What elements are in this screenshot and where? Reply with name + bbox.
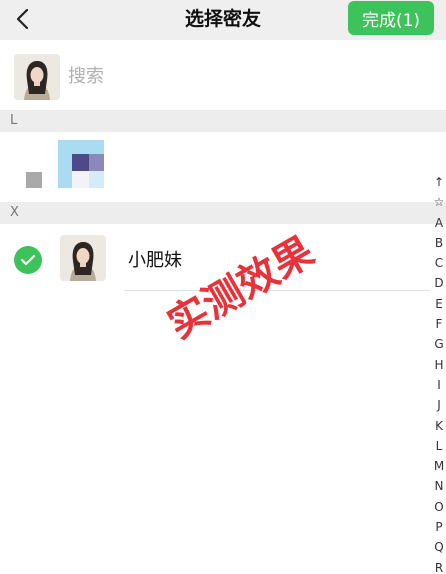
search-input[interactable]	[68, 58, 388, 94]
section-header-x: X	[0, 202, 446, 224]
index-letter[interactable]: C	[432, 253, 446, 273]
pixelated-avatar	[26, 140, 104, 188]
index-letter[interactable]: D	[432, 273, 446, 293]
index-letter[interactable]: B	[432, 233, 446, 253]
index-letter[interactable]: J	[432, 395, 446, 415]
index-letter[interactable]: N	[432, 476, 446, 496]
section-header-l: L	[0, 110, 446, 132]
index-letter[interactable]: ☆	[432, 192, 446, 212]
index-letter[interactable]: P	[432, 517, 446, 537]
user-avatar	[14, 54, 60, 100]
done-button[interactable]: 完成(1)	[348, 1, 434, 35]
contact-avatar	[60, 235, 106, 281]
index-letter[interactable]: R	[432, 558, 446, 574]
index-letter[interactable]: K	[432, 416, 446, 436]
index-letter[interactable]: E	[432, 294, 446, 314]
search-bar	[0, 40, 446, 110]
index-letter[interactable]: ↑	[432, 172, 446, 192]
contact-name: 小肥妹	[128, 250, 182, 271]
navigation-bar: 选择密友 完成(1)	[0, 0, 446, 40]
index-letter[interactable]: H	[432, 355, 446, 375]
index-letter[interactable]: A	[432, 213, 446, 233]
index-letter[interactable]: M	[432, 456, 446, 476]
index-letter[interactable]: F	[432, 314, 446, 334]
contact-row-obscured[interactable]	[0, 132, 430, 200]
contact-row[interactable]: 小肥妹	[0, 226, 430, 291]
checkmark-icon[interactable]	[14, 246, 42, 274]
alphabet-index-bar[interactable]: ↑ ☆ A B C D E F G H I J K L M N O P Q R	[432, 172, 446, 574]
chevron-left-icon	[16, 8, 29, 30]
index-letter[interactable]: I	[432, 375, 446, 395]
index-letter[interactable]: Q	[432, 537, 446, 557]
index-letter[interactable]: G	[432, 334, 446, 354]
index-letter[interactable]: O	[432, 497, 446, 517]
index-letter[interactable]: L	[432, 436, 446, 456]
back-button[interactable]	[8, 4, 36, 34]
divider	[124, 290, 430, 291]
